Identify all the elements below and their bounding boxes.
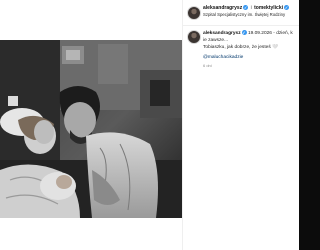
- caption-line-3: Tobiaszku, jak dobrze, że jesteś 🤍: [203, 45, 297, 52]
- post-modal: aleksandragrysz ✓ i tomektylicki ✓ Szpital…: [0, 0, 299, 250]
- profile-avatar-icon[interactable]: [187, 6, 201, 20]
- profile-avatar-icon[interactable]: [187, 30, 201, 44]
- post-location[interactable]: Szpital Specjalistyczny im. Świętej Rodz…: [203, 12, 285, 17]
- verified-badge-icon: ✓: [241, 30, 247, 35]
- verified-badge-icon: ✓: [243, 5, 249, 10]
- post-sidebar: aleksandragrysz ✓ i tomektylicki ✓ Szpital…: [182, 0, 299, 250]
- post-authors: aleksandragrysz ✓ i tomektylicki ✓: [203, 5, 290, 11]
- caption-mention[interactable]: @maluchacikadzie: [203, 55, 297, 62]
- caption-line-3-text: Tobiaszku, jak dobrze, że jesteś: [203, 45, 271, 51]
- heart-emoji-icon: 🤍: [272, 45, 279, 51]
- caption-line-1: 19.09.2026 - dzień, k: [247, 31, 293, 36]
- post-photo[interactable]: [0, 40, 182, 218]
- post-header: aleksandragrysz ✓ i tomektylicki ✓ Szpital…: [183, 0, 299, 26]
- caption-author[interactable]: aleksandragrysz: [203, 31, 241, 36]
- verified-badge-icon: ✓: [284, 5, 290, 10]
- authors-conjunction: i: [250, 5, 252, 11]
- author-username[interactable]: aleksandragrysz: [203, 5, 242, 11]
- coauthor-username[interactable]: tomektylicki: [254, 5, 283, 11]
- header-divider: [183, 25, 299, 26]
- caption-text: aleksandragrysz ✓ 19.09.2026 - dzień, k i…: [203, 30, 297, 69]
- post-timestamp[interactable]: 6 dni: [203, 63, 297, 70]
- caption-line-2: ie zawsze...: [203, 37, 229, 43]
- family-photo-illustration: [0, 40, 182, 218]
